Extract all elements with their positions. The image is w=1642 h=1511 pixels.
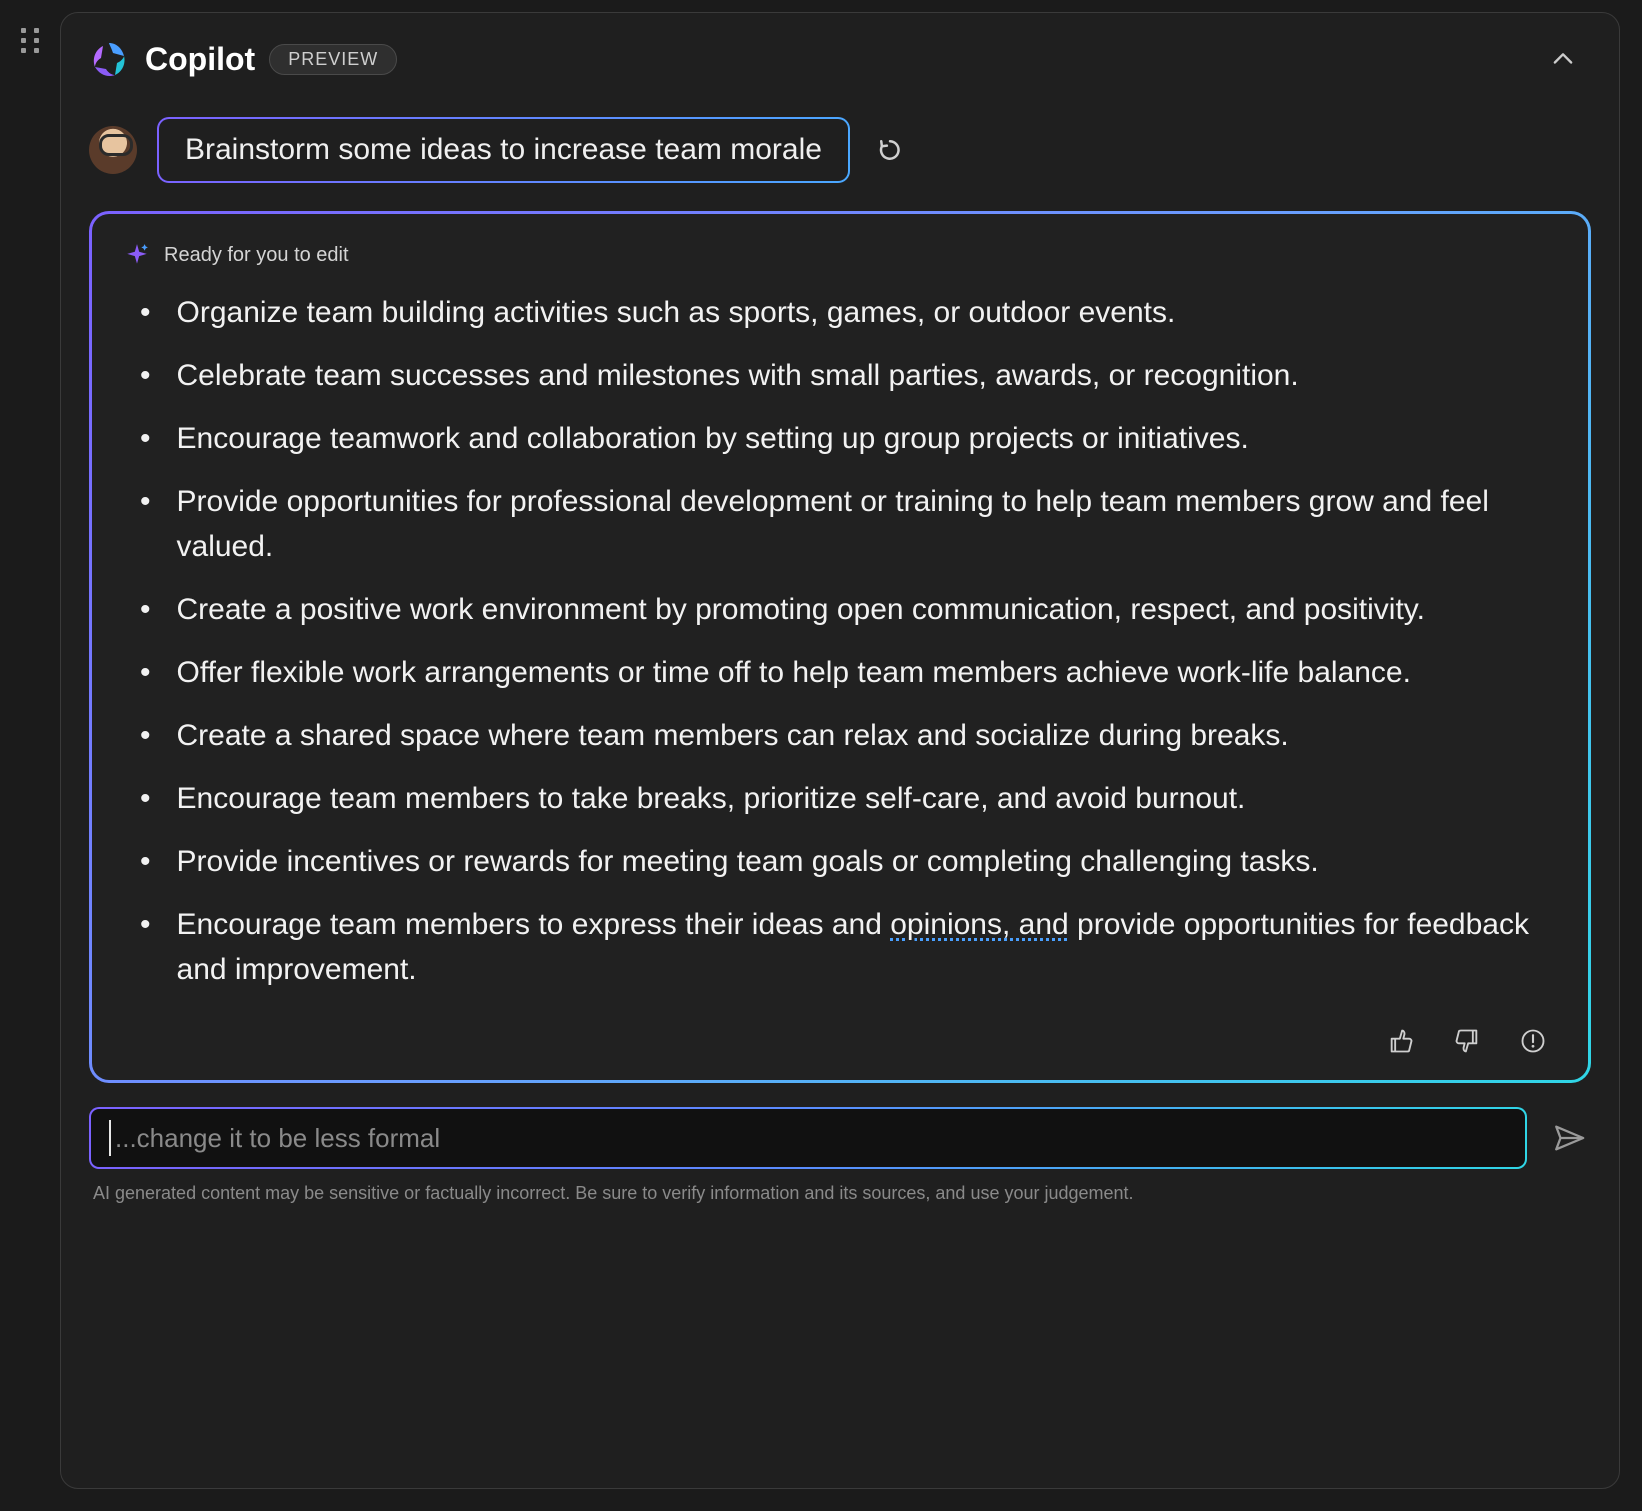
idea-text: Encourage teamwork and collaboration by … <box>177 416 1556 461</box>
idea-text: Encourage team members to express their … <box>177 902 1556 992</box>
send-button[interactable] <box>1547 1116 1591 1160</box>
copilot-logo-icon <box>89 39 129 79</box>
preview-badge: PREVIEW <box>269 44 397 75</box>
list-item: Offer flexible work arrangements or time… <box>130 650 1556 695</box>
list-item: Encourage teamwork and collaboration by … <box>130 416 1556 461</box>
send-icon <box>1552 1121 1586 1155</box>
list-item: Organize team building activities such a… <box>130 290 1556 335</box>
grammar-underline[interactable]: opinions, and <box>890 908 1068 941</box>
list-item: Celebrate team successes and milestones … <box>130 353 1556 398</box>
idea-text: Celebrate team successes and milestones … <box>177 353 1556 398</box>
list-item: Encourage team members to express their … <box>130 902 1556 992</box>
idea-text: Encourage team members to take breaks, p… <box>177 776 1556 821</box>
idea-text: Provide opportunities for professional d… <box>177 479 1556 569</box>
undo-icon <box>875 135 905 165</box>
copilot-panel: Copilot PREVIEW Brainstorm some ideas to… <box>60 12 1620 1489</box>
input-row: ...change it to be less formal <box>89 1107 1591 1169</box>
drag-dots-icon <box>21 28 39 54</box>
list-item: Create a shared space where team members… <box>130 713 1556 758</box>
text-caret <box>109 1120 111 1156</box>
idea-text: Create a positive work environment by pr… <box>177 587 1556 632</box>
undo-button[interactable] <box>870 130 910 170</box>
idea-text-pre: Encourage team members to express their … <box>177 908 891 941</box>
ready-label: Ready for you to edit <box>164 244 349 267</box>
list-item: Provide incentives or rewards for meetin… <box>130 839 1556 884</box>
idea-text: Create a shared space where team members… <box>177 713 1556 758</box>
prompt-input[interactable]: ...change it to be less formal <box>89 1107 1527 1169</box>
thumbs-up-button[interactable] <box>1384 1024 1418 1058</box>
thumbs-down-button[interactable] <box>1450 1024 1484 1058</box>
panel-header: Copilot PREVIEW <box>61 13 1619 89</box>
input-placeholder: ...change it to be less formal <box>115 1123 440 1154</box>
chevron-up-icon <box>1549 45 1577 73</box>
response-card: Ready for you to edit Organize team buil… <box>89 211 1591 1083</box>
idea-list: Organize team building activities such a… <box>124 290 1556 1010</box>
idea-text: Organize team building activities such a… <box>177 290 1556 335</box>
list-item: Encourage team members to take breaks, p… <box>130 776 1556 821</box>
ready-row: Ready for you to edit <box>124 242 1556 268</box>
thumbs-up-icon <box>1387 1027 1415 1055</box>
list-item: Create a positive work environment by pr… <box>130 587 1556 632</box>
prompt-pill[interactable]: Brainstorm some ideas to increase team m… <box>157 117 850 183</box>
list-item: Provide opportunities for professional d… <box>130 479 1556 569</box>
app-title: Copilot <box>145 41 255 78</box>
report-button[interactable] <box>1516 1024 1550 1058</box>
ai-disclaimer: AI generated content may be sensitive or… <box>93 1183 1587 1204</box>
thumbs-down-icon <box>1453 1027 1481 1055</box>
idea-text: Offer flexible work arrangements or time… <box>177 650 1556 695</box>
idea-text: Provide incentives or rewards for meetin… <box>177 839 1556 884</box>
feedback-row <box>124 1024 1556 1058</box>
report-icon <box>1519 1027 1547 1055</box>
sparkle-icon <box>124 242 150 268</box>
collapse-button[interactable] <box>1543 39 1583 79</box>
prompt-row: Brainstorm some ideas to increase team m… <box>61 89 1619 197</box>
drag-handle[interactable] <box>0 0 60 1511</box>
user-avatar <box>89 126 137 174</box>
